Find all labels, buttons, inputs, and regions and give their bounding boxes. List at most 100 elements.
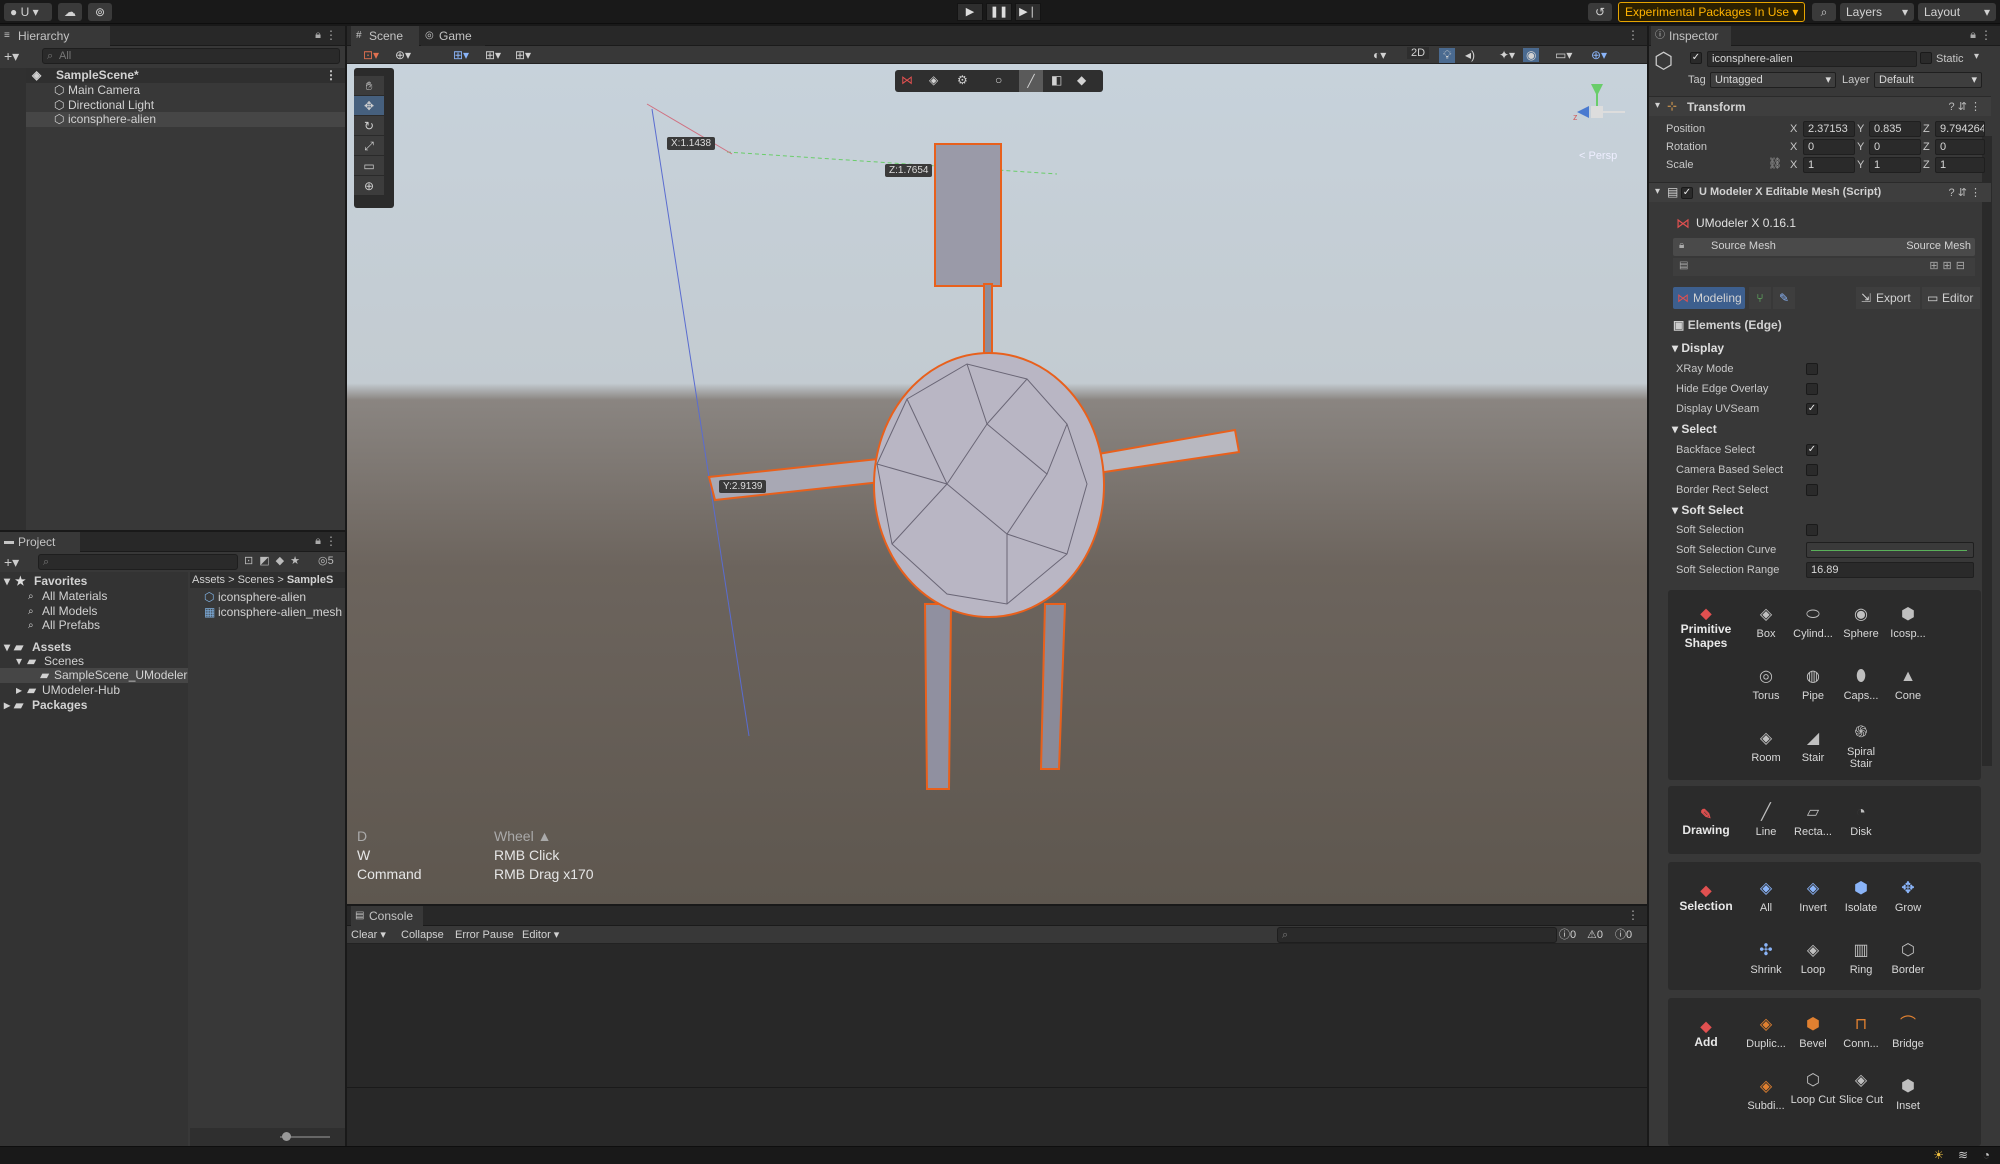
chevron-down-icon[interactable]: ▾ (1974, 51, 1979, 62)
tree-item-all-materials[interactable]: ⌕ All Materials (0, 589, 188, 604)
soft-select-section-header[interactable]: ▾ Soft Select (1672, 501, 1743, 519)
link-icon[interactable]: ⛓︎ (1768, 157, 1782, 170)
shrink-button[interactable]: ✣ Shrink (1743, 940, 1789, 976)
source-mesh-field[interactable]: Source Mesh (1906, 240, 1971, 252)
pipe-button[interactable]: ◍ Pipe (1790, 666, 1836, 702)
paint-tab-icon[interactable]: ✎ (1773, 287, 1795, 309)
transform-header[interactable]: ▾ ⊹ Transform ? ⇵ ⋮ (1649, 96, 1991, 116)
visibility-icon[interactable]: ◉ (1523, 48, 1540, 62)
rotation-z-field[interactable]: 0 (1935, 139, 1985, 155)
search-icon[interactable]: ⌕ (1812, 3, 1836, 21)
draw-mode-icon[interactable]: ⊡▾ (363, 48, 379, 62)
warning-count[interactable]: ⚠0 (1587, 926, 1603, 944)
zoom-slider-thumb[interactable] (282, 1132, 291, 1141)
hierarchy-tab-icon[interactable]: ⑂ (1749, 287, 1771, 309)
clear-button[interactable]: Clear ▾ (351, 926, 386, 944)
more-icon[interactable]: ⋮ (1627, 28, 1639, 42)
file-item-scene[interactable]: ⬡ iconsphere-alien (190, 590, 345, 605)
persp-label[interactable]: < Persp (1579, 150, 1617, 162)
tree-item-all-prefabs[interactable]: ⌕ All Prefabs (0, 618, 188, 633)
component-menu-icons[interactable]: ? ⇵ ⋮ (1949, 186, 1981, 199)
mesh-icon[interactable]: ▤ (1679, 260, 1688, 271)
scale-y-field[interactable]: 1 (1869, 157, 1921, 173)
inspector-scrollbar[interactable] (1982, 136, 1992, 766)
connect-button[interactable]: ⊓ Conn... (1838, 1014, 1884, 1050)
lighting-status-icon[interactable]: ☀ (1933, 1148, 1944, 1162)
display-section-header[interactable]: ▾ Display (1672, 339, 1724, 357)
tab-hierarchy[interactable]: ≡ Hierarchy (0, 26, 110, 46)
tree-item-iconsphere-alien[interactable]: ⬡ iconsphere-alien (0, 112, 345, 127)
layout-dropdown[interactable]: Layout ▾ (1918, 3, 1996, 21)
ring-button[interactable]: ▥ Ring (1838, 940, 1884, 976)
vertex-mode-icon[interactable]: ○ (995, 73, 1002, 87)
script-header[interactable]: ▾ ▤ ✓ U Modeler X Editable Mesh (Script)… (1649, 182, 1991, 202)
file-item-mesh[interactable]: ▦ iconsphere-alien_mesh (190, 605, 345, 620)
rotate-tool-icon[interactable]: ↻ (354, 116, 384, 136)
log-count[interactable]: ⓘ0 (1559, 926, 1576, 944)
more-icon[interactable]: ⋮ (325, 28, 337, 42)
duplicate-button[interactable]: ◈ Duplic... (1743, 1014, 1789, 1050)
increment-icon[interactable]: ⊞▾ (515, 48, 531, 62)
more-icon[interactable]: ⋮ (1627, 908, 1639, 922)
tab-game[interactable]: ◎ Game (421, 26, 485, 46)
face-mode-icon[interactable]: ◧ (1051, 73, 1062, 87)
hierarchy-search-input[interactable]: ⌕ All (42, 48, 340, 64)
line-button[interactable]: ╱ Line (1743, 802, 1789, 838)
position-x-field[interactable]: 2.37153 (1803, 121, 1855, 137)
step-button[interactable]: ▶❘ (1015, 3, 1041, 21)
layer-dropdown[interactable]: Default ▾ (1874, 72, 1982, 88)
scene-viewport[interactable]: ✋︎ ✥ ↻ ⤢ ▭ ⊕ ⋈ ◈ ⚙ ○ ╱ ◧ ◆ X:1.1438 Z:1.… (347, 64, 1647, 904)
cone-button[interactable]: ▲ Cone (1885, 666, 1931, 702)
tree-item-all-models[interactable]: ⌕ All Models (0, 604, 188, 619)
tree-item-directional-light[interactable]: ⬡ Directional Light (0, 98, 345, 113)
camera-icon[interactable]: ▭▾ (1555, 48, 1572, 62)
grow-button[interactable]: ✥ Grow (1885, 878, 1931, 914)
tab-inspector[interactable]: ⓘ Inspector (1651, 26, 1731, 46)
isolate-button[interactable]: ⬢ Isolate (1838, 878, 1884, 914)
scale-z-field[interactable]: 1 (1935, 157, 1985, 173)
border-rect-select-checkbox[interactable] (1806, 484, 1818, 496)
subdivide-button[interactable]: ◈ Subdi... (1743, 1076, 1789, 1112)
component-menu-icons[interactable]: ? ⇵ ⋮ (1949, 100, 1981, 113)
collapse-button[interactable]: Collapse (401, 926, 444, 944)
tree-packages[interactable]: ▸ ▰ Packages (0, 698, 188, 713)
camera-based-select-checkbox[interactable] (1806, 464, 1818, 476)
more-icon[interactable]: ⋮ (1980, 28, 1992, 42)
lock-icon[interactable]: 🔒︎ (1970, 29, 1976, 42)
move-tool-icon[interactable]: ✥ (354, 96, 384, 116)
lighting-icon[interactable]: 💡︎ (1439, 48, 1456, 63)
error-count[interactable]: ⓘ0 (1615, 926, 1632, 944)
tree-item-main-camera[interactable]: ⬡ Main Camera (0, 83, 345, 98)
rotation-y-field[interactable]: 0 (1869, 139, 1921, 155)
spiral-stair-button[interactable]: ֍ Spiral Stair (1838, 722, 1884, 770)
hand-tool-icon[interactable]: ✋︎ (354, 76, 384, 96)
grid-icon[interactable]: ⊞▾ (453, 48, 469, 62)
play-button[interactable]: ▶ (957, 3, 983, 21)
element-mode-icon[interactable]: ◆ (1077, 73, 1086, 87)
display-uvseam-checkbox[interactable]: ✓ (1806, 403, 1818, 415)
editor-dropdown[interactable]: Editor ▾ (522, 926, 559, 944)
tab-project[interactable]: ▬ Project (0, 532, 80, 552)
add-button[interactable]: +▾ (4, 554, 19, 571)
capsule-button[interactable]: ⬮ Caps... (1838, 666, 1884, 702)
border-button[interactable]: ⬡ Border (1885, 940, 1931, 976)
collab-icon[interactable]: ⊚ (88, 3, 112, 21)
soft-selection-curve-field[interactable] (1806, 542, 1974, 558)
breadcrumb-assets[interactable]: Assets (192, 574, 225, 586)
add-button[interactable]: +▾ (4, 48, 19, 65)
select-all-button[interactable]: ◈ All (1743, 878, 1789, 914)
editor-button[interactable]: ▭ Editor (1922, 287, 1980, 309)
globe-icon[interactable]: ⊕▾ (395, 48, 411, 62)
bevel-button[interactable]: ⬢ Bevel (1790, 1014, 1836, 1050)
active-checkbox[interactable]: ✓ (1690, 52, 1702, 64)
inset-button[interactable]: ⬢ Inset (1885, 1076, 1931, 1112)
loop-cut-button[interactable]: ⬡ Loop Cut (1790, 1070, 1836, 1106)
progress-icon[interactable]: ◔ (1983, 1148, 1990, 1162)
position-y-field[interactable]: 0.835 (1869, 121, 1921, 137)
console-search-input[interactable]: ⌕ (1277, 927, 1557, 943)
rect-tool-icon[interactable]: ▭ (354, 156, 384, 176)
soft-selection-checkbox[interactable] (1806, 524, 1818, 536)
settings-gear-icon[interactable]: ⚙ (957, 73, 968, 87)
error-pause-button[interactable]: Error Pause (455, 926, 514, 944)
export-button[interactable]: ⇲ Export (1856, 287, 1920, 309)
